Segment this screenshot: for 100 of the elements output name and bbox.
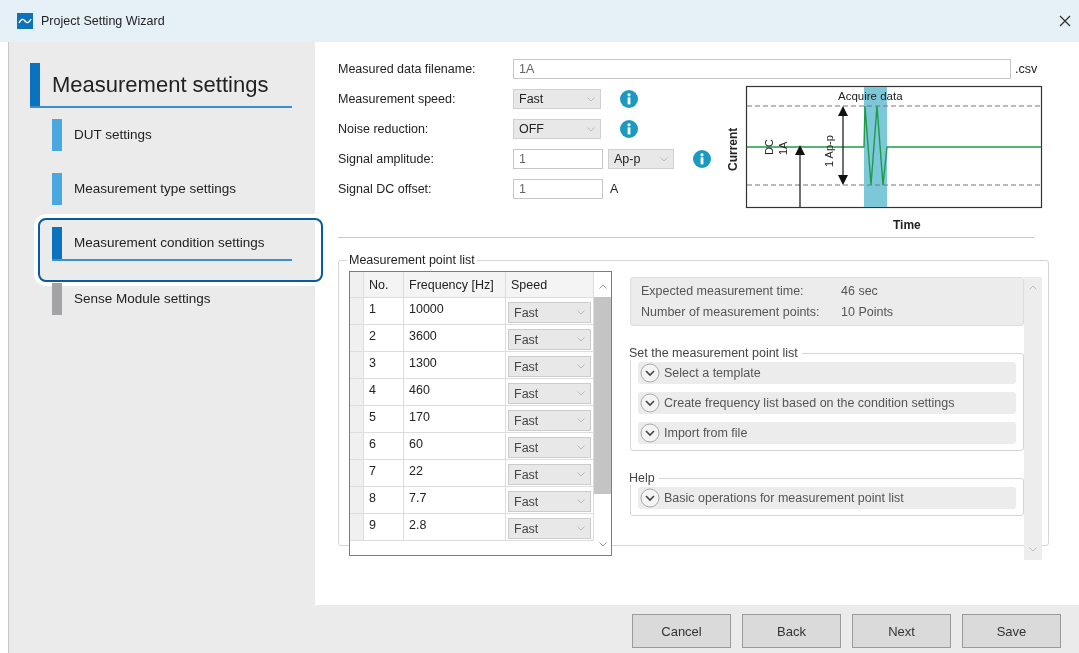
table-cell: 460 [404,379,506,406]
dropdown[interactable]: OFF [513,119,601,139]
table-cell: 1 [364,298,404,325]
speed-dropdown[interactable]: Fast [508,329,591,350]
row-header[interactable] [350,379,364,406]
footer-button[interactable]: Cancel [632,614,731,648]
summary-label: Number of measurement points: [641,304,821,319]
table-cell: 2 [364,325,404,352]
x-axis-label: Time [893,218,921,232]
close-icon[interactable] [1059,15,1071,27]
table-cell: 22 [404,460,506,487]
speed-dropdown[interactable]: Fast [508,383,591,404]
unit-label: A [610,182,619,196]
unit-dropdown[interactable]: Ap-p [608,149,674,169]
speed-dropdown[interactable]: Fast [508,356,591,377]
table-cell: 170 [404,406,506,433]
field-label: Signal DC offset: [338,182,433,196]
scroll-down-icon [1029,547,1037,552]
amplitude-label: 1 Ap-p [823,135,835,167]
footer-button[interactable]: Save [962,614,1061,648]
expander[interactable]: Create frequency list based on the condition settings [638,392,1016,414]
table-cell: 3600 [404,325,506,352]
caret-icon [577,364,585,369]
table-cell: 10000 [404,298,506,325]
sidebar-item[interactable]: DUT settings [52,119,292,151]
field-label: Signal amplitude: [338,152,435,166]
dc-label: DC [763,139,775,155]
row-header[interactable] [350,298,364,325]
summary-label: Expected measurement time: [641,284,805,299]
table-cell: 2.8 [404,514,506,541]
dropdown[interactable]: Fast [513,89,601,109]
app-icon [17,13,33,29]
scroll-up-icon [1029,285,1037,290]
caret-icon [587,126,595,132]
table-cell: 1300 [404,352,506,379]
speed-dropdown[interactable]: Fast [508,302,591,323]
speed-dropdown[interactable]: Fast [508,410,591,431]
caret-icon [577,445,585,450]
group-title: Help [629,471,656,485]
sidebar-item[interactable]: Measurement condition settings [52,227,292,261]
expand-icon [640,488,660,508]
caret-icon [577,310,585,315]
filename-field[interactable]: 1A [513,59,1011,79]
speed-dropdown[interactable]: Fast [508,491,591,512]
summary-value: 10 Points [841,304,895,319]
info-icon[interactable] [620,90,638,108]
speed-column-header: Speed [506,272,594,298]
table-cell: 7.7 [404,487,506,514]
expander[interactable]: Basic operations for measurement point list [638,487,1016,509]
frequency-column-header: Frequency [Hz] [404,272,506,298]
table-cell: 7 [364,460,404,487]
row-header[interactable] [350,325,364,352]
table-cell: 60 [404,433,506,460]
footer-button[interactable]: Next [852,614,951,648]
table-cell: 3 [364,352,404,379]
row-header[interactable] [350,514,364,541]
expander[interactable]: Import from file [638,422,1016,444]
caret-icon [587,96,595,102]
dc-value-label: 1A [777,141,789,155]
speed-dropdown[interactable]: Fast [508,518,591,539]
file-extension: .csv [1015,62,1038,76]
table-cell: 4 [364,379,404,406]
input-field[interactable]: 1 [513,179,603,199]
table-cell: 5 [364,406,404,433]
scroll-up-icon [599,283,607,289]
table-cell: 8 [364,487,404,514]
footer-button[interactable]: Back [742,614,841,648]
sidebar-item[interactable]: Measurement type settings [52,173,292,205]
scroll-down-icon [599,542,607,547]
y-axis-label: Current [726,127,740,171]
table-cell: 9 [364,514,404,541]
expand-icon [640,363,660,383]
expand-icon [640,423,660,443]
row-header[interactable] [350,406,364,433]
row-header[interactable] [350,487,364,514]
field-label: Measurement speed: [338,92,457,106]
input-field[interactable]: 1 [513,149,603,169]
summary-value: 46 sec [841,284,879,299]
info-icon[interactable] [693,150,711,168]
scrollbar[interactable] [1024,277,1042,560]
expand-icon [640,393,660,413]
number-column-header: No. [364,272,404,298]
row-header[interactable] [350,460,364,487]
row-header[interactable] [350,433,364,460]
speed-dropdown[interactable]: Fast [508,464,591,485]
expander[interactable]: Select a template [638,362,1016,384]
caret-icon [577,526,585,531]
caret-icon [577,391,585,396]
caret-icon [660,156,668,162]
sidebar-item[interactable]: Sense Module settings [52,283,292,315]
info-icon[interactable] [620,120,638,138]
sidebar-heading: Measurement settings [30,63,292,108]
table-cell: 6 [364,433,404,460]
row-header[interactable] [350,352,364,379]
caret-icon [577,472,585,477]
caret-icon [577,337,585,342]
speed-dropdown[interactable]: Fast [508,437,591,458]
corner-header [350,272,364,298]
caret-icon [577,499,585,504]
group-title: Set the measurement point list [629,346,799,360]
